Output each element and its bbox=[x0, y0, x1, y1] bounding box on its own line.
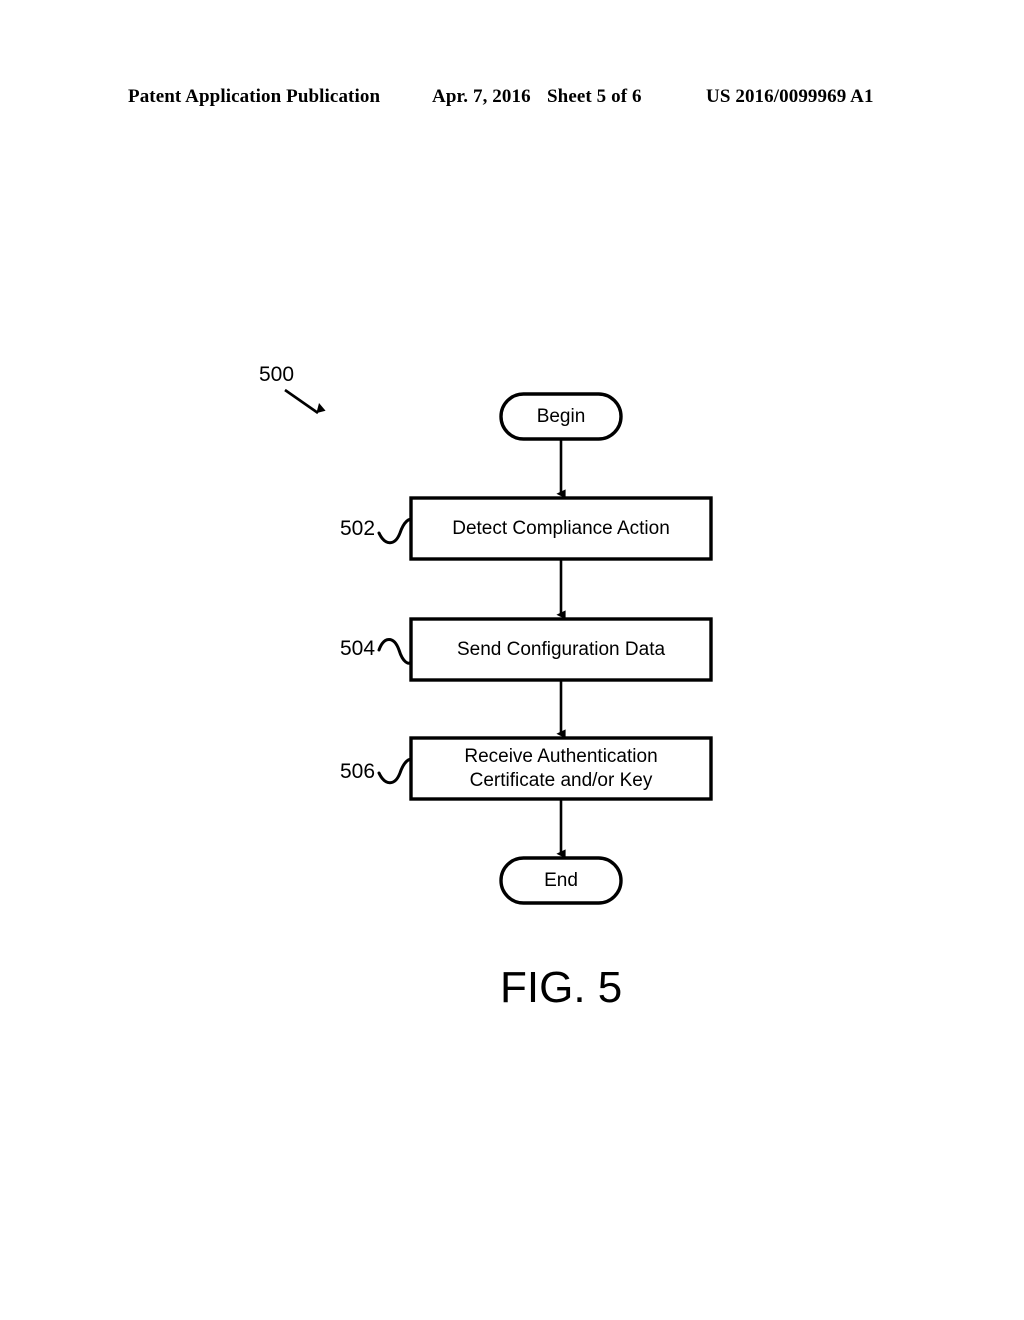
diagram-reference-number: 500 bbox=[259, 363, 295, 386]
flowchart-figure: 500 Begin 502 Detect Compliance Action 5… bbox=[0, 0, 1024, 1320]
lead-line-502 bbox=[377, 517, 413, 545]
ref-number-502: 502 bbox=[340, 517, 376, 540]
node-begin-label: Begin bbox=[536, 406, 586, 427]
ref-number-504: 504 bbox=[340, 637, 376, 660]
ref-number-506: 506 bbox=[340, 760, 376, 783]
node-step504-label: Send Configuration Data bbox=[456, 639, 666, 660]
node-step502-label: Detect Compliance Action bbox=[452, 518, 670, 539]
diagram-reference-arrow bbox=[284, 388, 326, 415]
node-end-label: End bbox=[544, 870, 578, 891]
lead-line-506 bbox=[377, 757, 413, 785]
lead-line-504 bbox=[377, 638, 413, 665]
figure-caption: FIG. 5 bbox=[500, 963, 623, 1012]
node-step506-label: Receive Authentication Certificate and/o… bbox=[464, 746, 658, 791]
